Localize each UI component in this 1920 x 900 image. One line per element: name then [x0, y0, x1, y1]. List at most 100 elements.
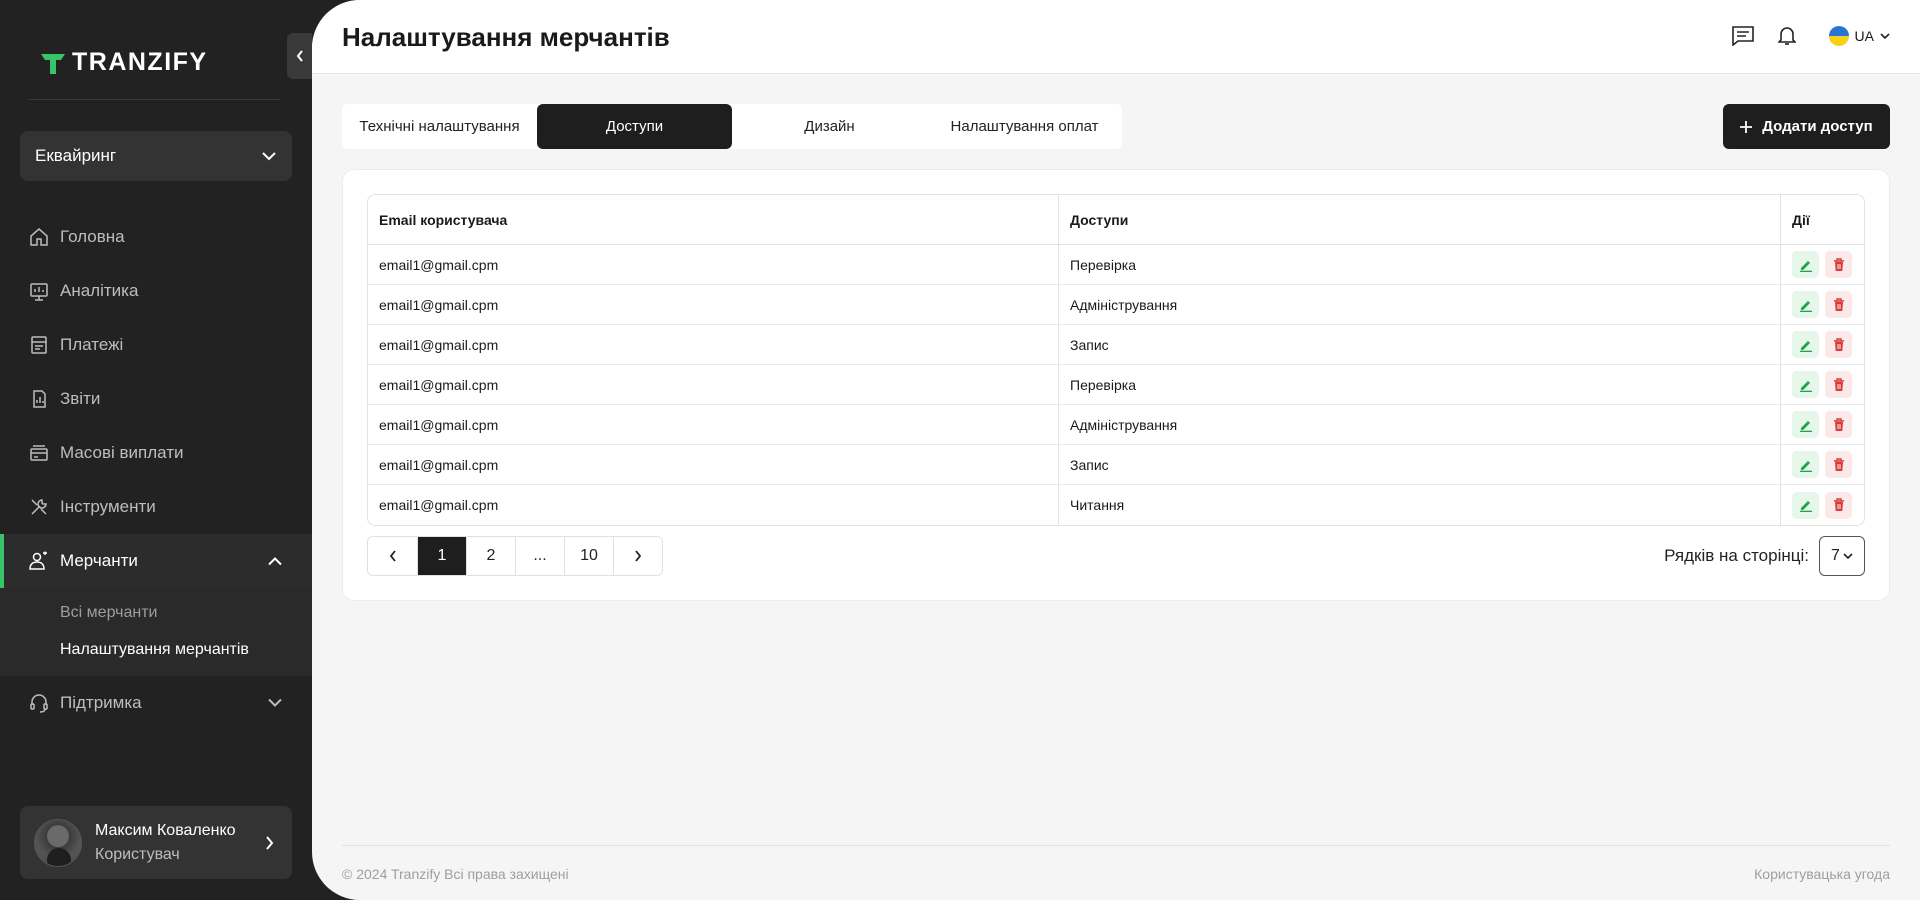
delete-button[interactable]	[1825, 491, 1852, 519]
settings-tabs: Технічні налаштування Доступи Дизайн Нал…	[342, 104, 1122, 149]
page-button[interactable]: 10	[564, 537, 613, 575]
sidebar-item-label: Мерчанти	[60, 551, 138, 570]
edit-button[interactable]	[1792, 451, 1819, 478]
table-row: email1@gmail.cpm Перевірка	[368, 365, 1864, 405]
sidebar-item-tools[interactable]: Інструменти	[0, 480, 312, 534]
access-cell: Адміністрування	[1058, 405, 1780, 445]
sidebar-item-analytics[interactable]: Аналітика	[0, 264, 312, 318]
sidebar-item-label: Масові виплати	[60, 443, 184, 462]
page-ellipsis: ...	[515, 537, 564, 575]
sidebar-item-home[interactable]: Головна	[0, 210, 312, 264]
pencil-icon	[1799, 340, 1812, 352]
tools-icon	[28, 496, 50, 518]
delete-button[interactable]	[1825, 371, 1852, 398]
edit-button[interactable]	[1792, 411, 1819, 438]
email-cell: email1@gmail.cpm	[379, 497, 499, 513]
rows-per-page-value: 7	[1831, 547, 1840, 564]
tab-design[interactable]: Дизайн	[732, 104, 927, 149]
access-cell: Запис	[1058, 325, 1780, 365]
submenu-item-all-merchants[interactable]: Всі мерчанти	[0, 594, 312, 631]
access-cell: Перевірка	[1058, 365, 1780, 405]
submenu-item-merchant-settings[interactable]: Налаштування мерчантів	[0, 631, 312, 668]
delete-button[interactable]	[1825, 411, 1852, 438]
actions-cell	[1780, 285, 1864, 325]
table-row: email1@gmail.cpm Адміністрування	[368, 285, 1864, 325]
edit-button[interactable]	[1792, 251, 1819, 278]
delete-button[interactable]	[1825, 251, 1852, 278]
payouts-icon	[28, 442, 50, 464]
edit-button[interactable]	[1792, 491, 1819, 519]
actions-cell	[1780, 485, 1864, 525]
delete-button[interactable]	[1825, 331, 1852, 358]
chevron-up-icon	[268, 557, 282, 566]
column-header-email: Email користувача	[368, 195, 1058, 245]
ukraine-flag-icon	[1828, 26, 1849, 46]
collapse-sidebar-button[interactable]	[287, 33, 312, 79]
page-title: Налаштування мерчантів	[342, 22, 670, 52]
sidebar-item-label: Аналітика	[60, 281, 139, 300]
brand-name: TRANZIFY	[72, 48, 208, 76]
messages-button[interactable]	[1731, 24, 1755, 48]
actions-cell	[1780, 365, 1864, 405]
edit-button[interactable]	[1792, 291, 1819, 318]
sidebar-item-reports[interactable]: Звіти	[0, 372, 312, 426]
page-button[interactable]: 1	[417, 537, 466, 575]
sidebar-item-label: Звіти	[60, 389, 101, 408]
tab-access[interactable]: Доступи	[537, 104, 732, 149]
page-button[interactable]: 2	[466, 537, 515, 575]
language-select[interactable]: UA	[1828, 26, 1890, 46]
tab-payment-settings[interactable]: Налаштування оплат	[927, 104, 1122, 149]
edit-button[interactable]	[1792, 371, 1819, 398]
main-content: Налаштування мерчантів UA Технічні налаш…	[312, 0, 1920, 900]
chevron-left-icon	[389, 550, 396, 562]
table-row: email1@gmail.cpm Перевірка	[368, 245, 1864, 285]
merchants-icon	[28, 550, 50, 572]
sidebar-item-label: Платежі	[60, 335, 124, 354]
sidebar-item-label: Головна	[60, 227, 125, 246]
user-role: Користувач	[95, 845, 180, 863]
user-agreement-link[interactable]: Користувацька угода	[1754, 866, 1890, 882]
rows-per-page-label: Рядків на сторінці:	[1664, 546, 1809, 565]
chevron-down-icon	[262, 151, 276, 160]
copyright-text: © 2024 Tranzify Всі права захищені	[342, 866, 569, 882]
email-cell: email1@gmail.cpm	[368, 245, 1058, 285]
sidebar-item-support[interactable]: Підтримка	[0, 676, 312, 730]
chevron-right-icon	[635, 550, 642, 562]
access-cell: Адміністрування	[1058, 285, 1780, 325]
sidebar-item-payments[interactable]: Платежі	[0, 318, 312, 372]
analytics-icon	[28, 280, 50, 302]
rows-per-page-select[interactable]: 7	[1819, 536, 1865, 576]
access-cell: Перевірка	[1058, 245, 1780, 285]
chevron-down-icon	[1843, 552, 1853, 559]
access-cell: Читання	[1058, 485, 1780, 525]
avatar	[34, 818, 82, 867]
home-icon	[28, 226, 50, 248]
pencil-icon	[1799, 260, 1812, 272]
pencil-icon	[1799, 460, 1812, 472]
tab-technical-settings[interactable]: Технічні налаштування	[342, 104, 537, 149]
topbar: Налаштування мерчантів UA	[312, 0, 1920, 74]
pencil-icon	[1799, 380, 1812, 392]
user-profile-card[interactable]: Максим Коваленко Користувач	[20, 806, 292, 879]
sidebar-item-payouts[interactable]: Масові виплати	[0, 426, 312, 480]
language-label: UA	[1854, 28, 1874, 44]
add-access-button[interactable]: Додати доступ	[1723, 104, 1890, 149]
column-header-actions: Дії	[1780, 195, 1864, 245]
sidebar-nav: Головна Аналітика Платежі Звіти Масові в…	[0, 210, 312, 730]
delete-button[interactable]	[1825, 291, 1852, 318]
delete-button[interactable]	[1825, 451, 1852, 478]
next-page-button[interactable]	[613, 537, 662, 575]
email-cell: email1@gmail.cpm	[368, 445, 1058, 485]
product-select[interactable]: Еквайринг	[20, 131, 292, 181]
notifications-button[interactable]	[1775, 24, 1799, 48]
table-row: email1@gmail.cpm Запис	[368, 445, 1864, 485]
trash-icon	[1833, 417, 1844, 431]
email-cell: email1@gmail.cpm	[368, 325, 1058, 365]
edit-button[interactable]	[1792, 331, 1819, 358]
sidebar-item-merchants[interactable]: Мерчанти	[0, 534, 312, 588]
prev-page-button[interactable]	[368, 537, 417, 575]
chevron-right-icon	[266, 835, 274, 850]
brand-logo[interactable]: TRANZIFY	[40, 48, 208, 77]
chevron-down-icon	[1880, 32, 1890, 39]
table-row: email1@gmail.cpm Запис	[368, 325, 1864, 365]
